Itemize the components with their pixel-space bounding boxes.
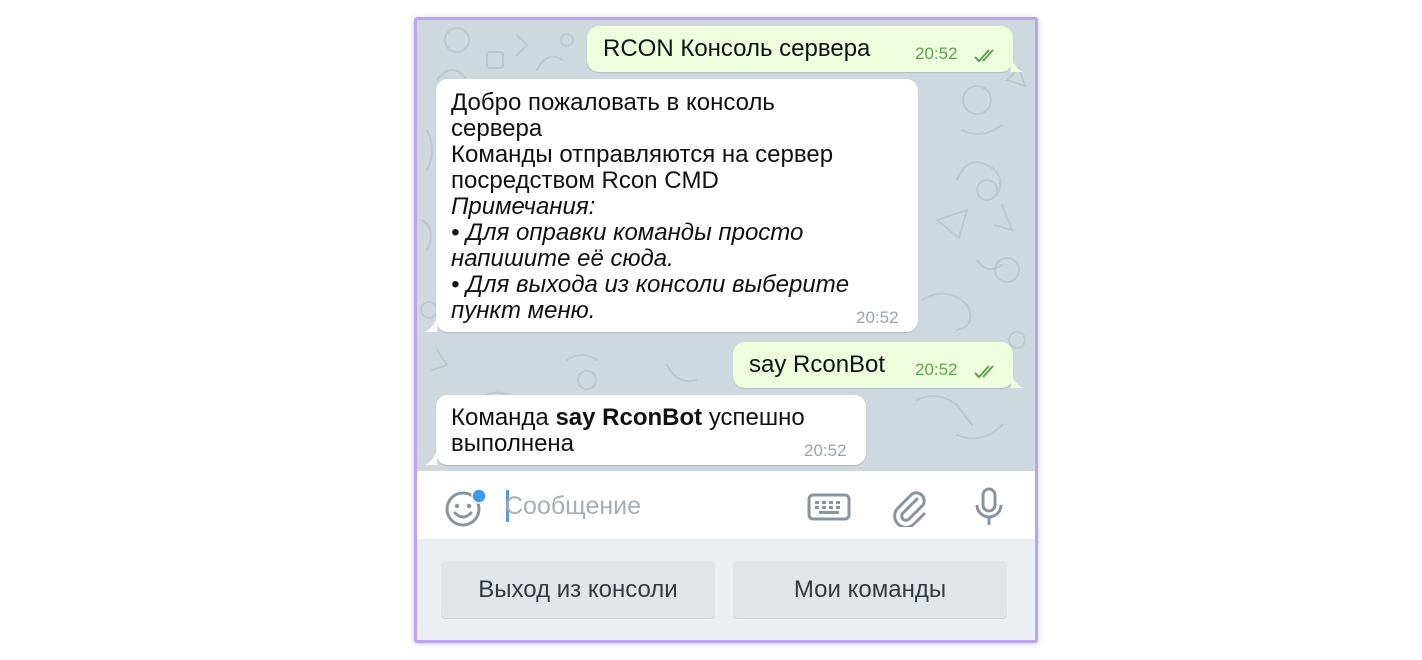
message-line: напишите её сюда. [451,245,674,272]
message-line: Добро пожаловать в консоль [451,89,775,116]
message-input-bar: Сообщение [417,471,1035,539]
exit-console-button[interactable]: Выход из консоли [441,561,715,618]
bubble-tail [1011,374,1023,388]
message-text: успешно [702,404,805,431]
message-text: say RconBot [749,351,886,378]
message-time: 20:52 [915,360,958,379]
notification-dot [471,488,487,504]
message-line: Команды отправляются на сервер [451,141,834,168]
microphone-icon[interactable] [973,487,1005,527]
outgoing-message[interactable]: say RconBot 20:52 [733,342,1013,388]
message-line: Команда say RconBot успешно [451,405,805,431]
incoming-message[interactable]: Команда say RconBot успешно выполнена 20… [436,395,866,465]
bot-keyboard: Выход из консоли Мои команды [417,539,1035,640]
double-check-icon [974,365,994,379]
message-line: • Для выхода из консоли выберите [451,271,850,298]
chat-area[interactable]: RCON Консоль сервера 20:52 Добро пожалов… [417,20,1035,471]
message-line: сервера [451,115,543,142]
message-time: 20:52 [915,44,958,63]
message-line: • Для оправки команды просто [451,219,804,246]
message-line: выполнена [451,430,575,457]
message-text: RCON Консоль сервера [603,35,871,62]
incoming-message[interactable]: Добро пожаловать в консоль сервера Коман… [436,79,918,332]
telegram-chat-window: RCON Консоль сервера 20:52 Добро пожалов… [414,17,1038,643]
double-check-icon [974,49,994,63]
message-time: 20:52 [856,308,899,327]
command-name: say RconBot [555,404,703,431]
notes-heading: Примечания: [451,193,596,220]
emoji-icon[interactable] [443,487,487,527]
attach-icon[interactable] [889,487,929,527]
bubble-tail [425,451,437,465]
message-line: посредством Rcon CMD [451,167,719,194]
message-text: Команда [451,404,556,431]
bubble-tail [425,318,437,332]
outgoing-message[interactable]: RCON Консоль сервера 20:52 [587,26,1013,72]
message-time: 20:52 [804,441,847,460]
my-commands-button[interactable]: Мои команды [733,561,1007,618]
keyboard-icon[interactable] [807,493,851,521]
message-input[interactable]: Сообщение [505,491,641,521]
bubble-tail [1011,58,1023,72]
message-line: пункт меню. [451,297,596,324]
